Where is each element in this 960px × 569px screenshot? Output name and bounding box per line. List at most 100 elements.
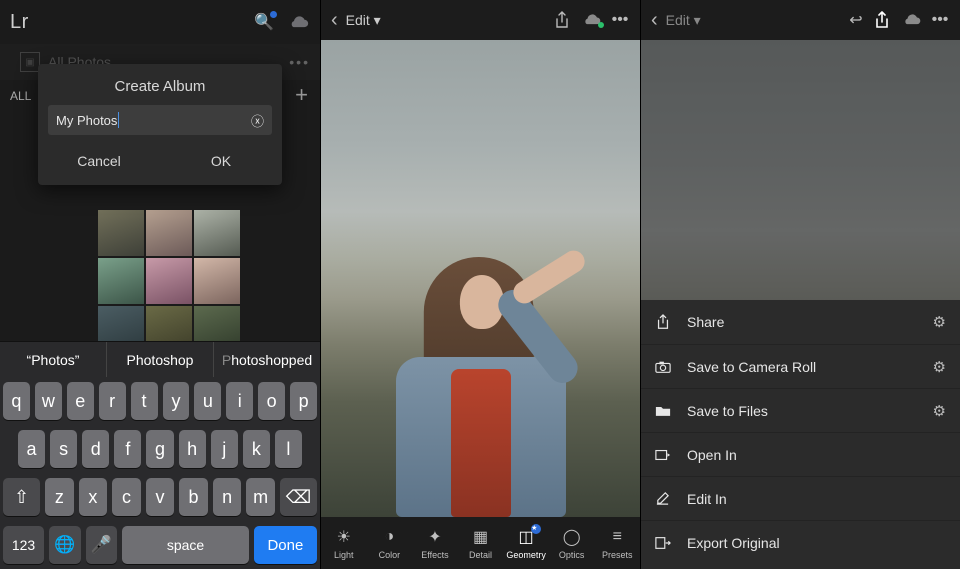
key-backspace[interactable]: ⌫	[280, 478, 317, 516]
edit-dropdown[interactable]: Edit ▾	[346, 12, 381, 29]
key-done[interactable]: Done	[254, 526, 317, 564]
menu-share[interactable]: Share⚙	[641, 300, 960, 344]
editor-tool-bar: ☀Light◑Color✦Effects▦Detail ◫★ Geometry◯Op…	[321, 517, 640, 569]
tool-effects[interactable]: ✦Effects	[412, 517, 458, 569]
undo-icon[interactable]: ↩	[846, 10, 866, 30]
key-m[interactable]: m	[246, 478, 275, 516]
cancel-button[interactable]: Cancel	[38, 147, 160, 175]
key-h[interactable]: h	[179, 430, 206, 468]
share-icon[interactable]	[874, 11, 894, 29]
key-r[interactable]: r	[99, 382, 126, 420]
software-keyboard: “Photos” Photoshop Photoshopped qwertyui…	[0, 341, 320, 569]
edit-dropdown[interactable]: Edit ▾	[666, 12, 701, 29]
keyboard-suggestions: “Photos” Photoshop Photoshopped	[0, 341, 320, 377]
cloud-sync-icon[interactable]	[582, 13, 602, 27]
cloud-sync-icon[interactable]	[902, 13, 922, 27]
key-mic[interactable]: 🎤	[86, 526, 118, 564]
share-menu: Share⚙ Save to Camera Roll ⚙ Save to Files ⚙…	[641, 300, 960, 569]
tool-label: Color	[379, 550, 401, 560]
album-name-input[interactable]: My Photos ⓧ	[48, 105, 272, 135]
key-123[interactable]: 123	[3, 526, 44, 564]
key-j[interactable]: j	[211, 430, 238, 468]
thumbnail[interactable]	[194, 258, 240, 304]
tool-presets[interactable]: ≡Presets	[594, 517, 640, 569]
key-z[interactable]: z	[45, 478, 74, 516]
search-icon[interactable]: 🔍	[254, 12, 274, 32]
thumbnail[interactable]	[146, 258, 192, 304]
key-w[interactable]: w	[35, 382, 62, 420]
key-i[interactable]: i	[226, 382, 253, 420]
key-shift[interactable]: ⇧	[3, 478, 40, 516]
more-icon[interactable]: •••	[610, 11, 630, 29]
tool-color[interactable]: ◑Color	[367, 517, 413, 569]
menu-edit-in[interactable]: Edit In	[641, 476, 960, 520]
key-u[interactable]: u	[194, 382, 221, 420]
thumbnail[interactable]	[98, 210, 144, 256]
key-f[interactable]: f	[114, 430, 141, 468]
key-v[interactable]: v	[146, 478, 175, 516]
key-g[interactable]: g	[146, 430, 173, 468]
export-icon	[655, 536, 673, 550]
cloud-sync-icon[interactable]	[288, 15, 310, 30]
key-e[interactable]: e	[67, 382, 94, 420]
gear-icon[interactable]: ⚙	[933, 402, 946, 420]
menu-label: Open In	[687, 447, 737, 463]
tool-label: Presets	[602, 550, 633, 560]
ok-button[interactable]: OK	[160, 147, 282, 175]
tool-light[interactable]: ☀Light	[321, 517, 367, 569]
menu-label: Save to Files	[687, 403, 768, 419]
key-l[interactable]: l	[275, 430, 302, 468]
key-n[interactable]: n	[213, 478, 242, 516]
key-s[interactable]: s	[50, 430, 77, 468]
key-c[interactable]: c	[112, 478, 141, 516]
key-globe[interactable]: 🌐	[49, 526, 81, 564]
gear-icon[interactable]: ⚙	[933, 313, 946, 331]
key-q[interactable]: q	[3, 382, 30, 420]
thumbnail[interactable]	[146, 210, 192, 256]
keyboard-row: ⇧zxcvbnm⌫	[0, 473, 320, 521]
tool-label: Geometry	[506, 550, 546, 560]
key-t[interactable]: t	[131, 382, 158, 420]
key-space[interactable]: space	[122, 526, 248, 564]
geometry-icon: ◫★	[516, 527, 536, 547]
share-icon[interactable]	[554, 11, 574, 29]
back-icon[interactable]: ‹	[331, 9, 338, 32]
tool-geometry[interactable]: ◫★ Geometry	[503, 517, 549, 569]
menu-save-to-files[interactable]: Save to Files ⚙	[641, 388, 960, 432]
keyboard-row: 123 🌐 🎤 space Done	[0, 521, 320, 569]
suggestion[interactable]: Photoshopped	[214, 342, 320, 377]
more-icon[interactable]: •••	[289, 54, 310, 70]
keyboard-row: qwertyuiop	[0, 377, 320, 425]
suggestion[interactable]: Photoshop	[107, 342, 214, 377]
suggestion[interactable]: “Photos”	[0, 342, 107, 377]
menu-label: Save to Camera Roll	[687, 359, 816, 375]
key-d[interactable]: d	[82, 430, 109, 468]
share-pane: ‹ Edit ▾ ↩ ••• Share⚙Save to Camera Roll…	[640, 0, 960, 569]
more-icon[interactable]: •••	[930, 11, 950, 29]
thumbnail[interactable]	[194, 210, 240, 256]
menu-save-to-camera-roll[interactable]: Save to Camera Roll ⚙	[641, 344, 960, 388]
openin-icon	[655, 448, 673, 462]
share-icon	[655, 314, 673, 330]
back-icon[interactable]: ‹	[651, 9, 658, 32]
library-pane: Lr 🔍 All Photos ••• ALL + Create Album M…	[0, 0, 320, 569]
thumbnail[interactable]	[98, 258, 144, 304]
tab-all[interactable]: ALL	[10, 89, 31, 103]
key-o[interactable]: o	[258, 382, 285, 420]
tool-detail[interactable]: ▦Detail	[458, 517, 504, 569]
menu-export-original[interactable]: Export Original	[641, 520, 960, 564]
photo-canvas[interactable]	[321, 40, 640, 517]
gear-icon[interactable]: ⚙	[933, 358, 946, 376]
key-y[interactable]: y	[163, 382, 190, 420]
key-k[interactable]: k	[243, 430, 270, 468]
key-p[interactable]: p	[290, 382, 317, 420]
optics-icon: ◯	[562, 527, 582, 547]
detail-icon: ▦	[471, 527, 491, 547]
clear-input-icon[interactable]: ⓧ	[251, 111, 264, 130]
key-x[interactable]: x	[79, 478, 108, 516]
tool-optics[interactable]: ◯Optics	[549, 517, 595, 569]
key-b[interactable]: b	[179, 478, 208, 516]
key-a[interactable]: a	[18, 430, 45, 468]
menu-open-in[interactable]: Open In	[641, 432, 960, 476]
add-album-icon[interactable]: +	[295, 82, 308, 108]
